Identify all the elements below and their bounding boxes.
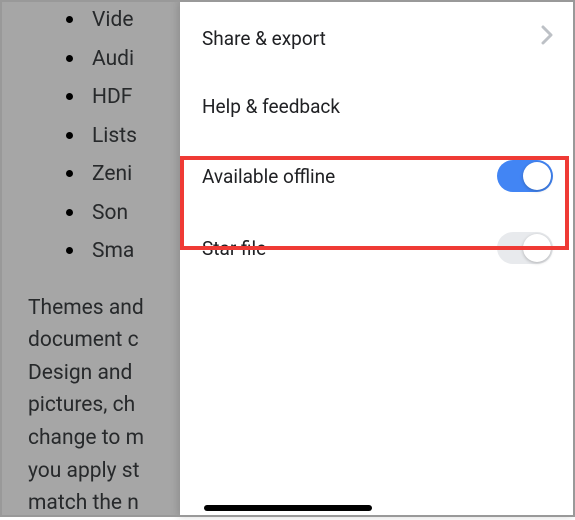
toggle-knob xyxy=(523,234,551,262)
menu-item-label: Help & feedback xyxy=(202,95,340,118)
toggle-knob xyxy=(523,162,551,190)
menu-item-label: Available offline xyxy=(202,165,335,188)
available-offline-item[interactable]: Available offline xyxy=(180,140,575,212)
star-file-toggle[interactable] xyxy=(497,232,553,264)
home-indicator[interactable] xyxy=(204,505,372,511)
menu-item-label: Share & export xyxy=(202,27,326,50)
menu-item-label: Star file xyxy=(202,237,266,260)
available-offline-toggle[interactable] xyxy=(497,160,553,192)
star-file-item[interactable]: Star file xyxy=(180,212,575,284)
options-menu-sheet: Share & export Help & feedback Available… xyxy=(180,0,575,517)
help-feedback-item[interactable]: Help & feedback xyxy=(180,72,575,140)
chevron-right-icon xyxy=(541,25,553,51)
share-export-item[interactable]: Share & export xyxy=(180,4,575,72)
